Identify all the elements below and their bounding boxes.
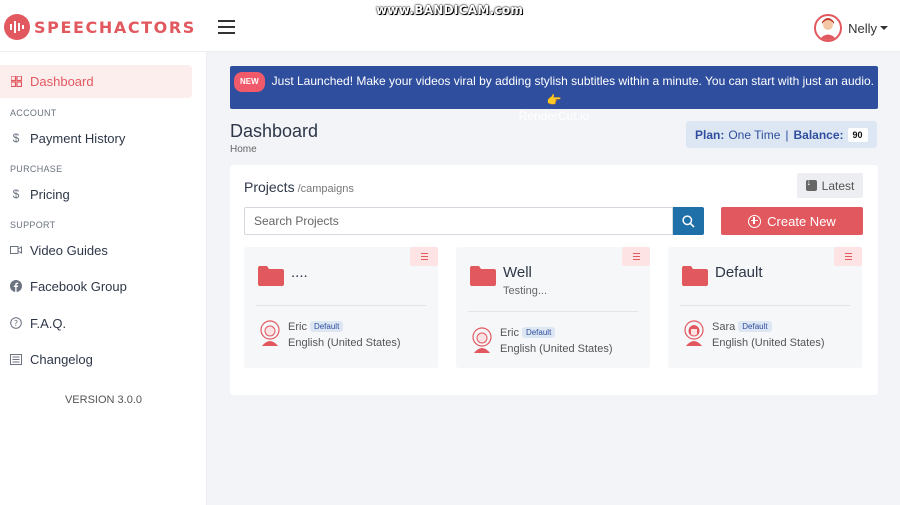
- sort-latest-button[interactable]: Latest: [797, 173, 863, 198]
- sidebar-item-pricing[interactable]: $ Pricing: [10, 184, 70, 204]
- sidebar-item-label: Dashboard: [30, 74, 94, 89]
- project-menu-icon[interactable]: [410, 247, 438, 266]
- voice-default-tag: Default: [309, 321, 344, 332]
- folder-icon: [258, 266, 284, 286]
- user-menu[interactable]: Nelly: [814, 14, 888, 42]
- search-icon: [682, 214, 695, 228]
- video-camera-icon: [10, 244, 22, 256]
- brand-logo[interactable]: SPEECHACTORS: [4, 14, 196, 40]
- sidebar-item-label: Changelog: [30, 351, 93, 367]
- sidebar-item-facebook-group[interactable]: Facebook Group: [10, 276, 127, 296]
- project-name: Well: [503, 264, 532, 281]
- search-button[interactable]: [673, 207, 704, 235]
- voice-name: Sara Default: [712, 321, 772, 333]
- voice-name: Eric Default: [500, 327, 556, 339]
- user-avatar: [814, 14, 843, 42]
- separator: |: [785, 127, 789, 142]
- menu-toggle-icon[interactable]: [218, 20, 235, 34]
- voice-language: English (United States): [500, 343, 613, 355]
- newspaper-icon: [10, 353, 22, 365]
- folder-icon: [470, 266, 496, 286]
- folder-icon: [682, 266, 708, 286]
- sidebar-item-video-guides[interactable]: Video Guides: [10, 240, 108, 260]
- sidebar: Dashboard ACCOUNT $ Payment History PURC…: [0, 52, 207, 505]
- plan-label: Plan:: [695, 127, 725, 142]
- project-menu-icon[interactable]: [834, 247, 862, 266]
- create-new-button[interactable]: Create New: [721, 207, 863, 235]
- sidebar-item-label: Facebook Group: [30, 278, 127, 294]
- projects-heading: Projects/campaigns: [244, 179, 354, 195]
- soundwave-logo-icon: [4, 14, 30, 40]
- svg-text:?: ?: [14, 319, 18, 328]
- project-menu-icon[interactable]: [622, 247, 650, 266]
- plan-value: One Time: [728, 127, 781, 142]
- top-header: SPEECHACTORS www.BANDICAM.com Nelly: [0, 0, 900, 52]
- sidebar-item-label: Payment History: [30, 130, 126, 146]
- voice-avatar-icon: [684, 320, 704, 346]
- dashboard-grid-icon: [10, 76, 22, 88]
- sidebar-item-changelog[interactable]: Changelog: [10, 349, 93, 369]
- announcement-banner[interactable]: NEW Just Launched! Make your videos viral…: [230, 66, 878, 123]
- breadcrumb-home[interactable]: Home: [230, 144, 257, 155]
- voice-avatar-icon: [472, 327, 492, 353]
- divider: [468, 311, 638, 312]
- balance-label: Balance:: [793, 127, 844, 142]
- facebook-icon: [10, 280, 22, 292]
- project-card[interactable]: Default Sara Default English (United Stat…: [668, 247, 862, 368]
- dollar-icon: $: [12, 187, 20, 201]
- sidebar-item-label: Video Guides: [30, 242, 108, 258]
- plus-circle-icon: [748, 214, 762, 228]
- balance-value: 90: [847, 127, 868, 142]
- voice-default-tag: Default: [521, 327, 556, 338]
- search-projects-input[interactable]: [244, 207, 673, 235]
- voice-name: Eric Default: [288, 321, 344, 333]
- brand-name: SPEECHACTORS: [34, 17, 196, 37]
- voice-language: English (United States): [288, 337, 401, 349]
- project-name: Default: [715, 264, 763, 281]
- new-badge: NEW: [233, 72, 265, 92]
- project-name: ....: [291, 264, 308, 281]
- project-card[interactable]: Well Testing... Eric Default English (Uni…: [456, 247, 650, 368]
- divider: [256, 305, 426, 306]
- projects-title: Projects: [244, 179, 295, 195]
- recorder-watermark: www.BANDICAM.com: [376, 3, 524, 17]
- sort-label: Latest: [821, 178, 855, 193]
- sidebar-item-label: Pricing: [30, 186, 70, 202]
- user-name: Nelly: [848, 20, 877, 36]
- section-account: ACCOUNT: [10, 108, 57, 118]
- projects-subtitle: /campaigns: [297, 183, 354, 195]
- section-support: SUPPORT: [10, 220, 56, 230]
- sidebar-item-payment-history[interactable]: $ Payment History: [10, 128, 126, 148]
- voice-language: English (United States): [712, 337, 825, 349]
- page-title: Dashboard: [230, 121, 319, 141]
- project-card[interactable]: .... Eric Default English (United States): [244, 247, 438, 368]
- announcement-text: Just Launched! Make your videos viral by…: [271, 74, 874, 107]
- divider: [680, 305, 850, 306]
- sort-download-icon: [805, 177, 817, 191]
- voice-default-tag: Default: [738, 321, 772, 332]
- chevron-down-icon: [880, 26, 888, 30]
- sidebar-item-label: F.A.Q.: [30, 315, 67, 331]
- section-purchase: PURCHASE: [10, 164, 63, 174]
- projects-card: Projects/campaigns Latest Create New ...…: [230, 165, 878, 395]
- voice-avatar-icon: [260, 320, 280, 346]
- sidebar-item-faq[interactable]: ? F.A.Q.: [10, 313, 66, 333]
- dollar-icon: $: [12, 131, 20, 145]
- app-version: VERSION 3.0.0: [64, 394, 143, 406]
- sidebar-item-dashboard[interactable]: Dashboard: [0, 65, 192, 98]
- create-new-label: Create New: [767, 213, 836, 229]
- project-description: Testing...: [503, 285, 548, 297]
- question-circle-icon: ?: [10, 317, 22, 329]
- plan-balance-badge: Plan: One Time | Balance: 90: [686, 121, 877, 148]
